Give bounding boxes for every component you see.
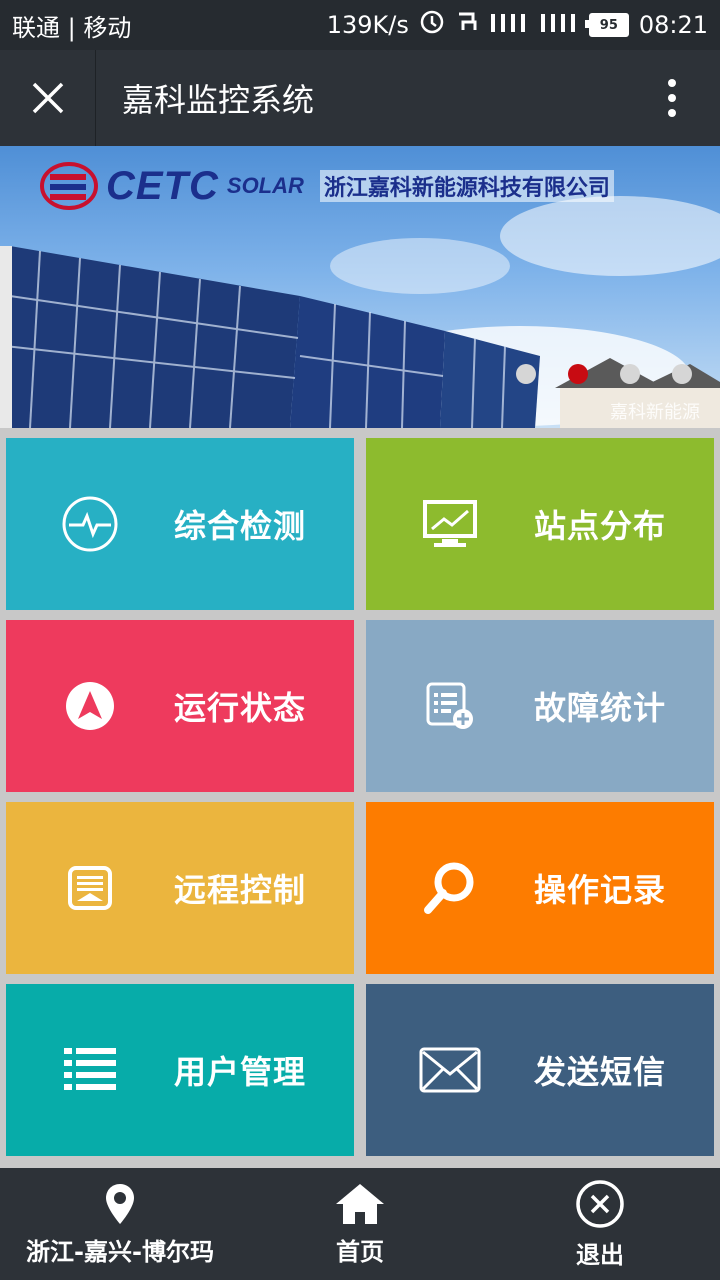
clock-time: 08:21 xyxy=(638,11,708,39)
tile-site-distribution[interactable]: 站点分布 xyxy=(366,438,714,610)
banner-carousel[interactable]: CETC SOLAR 浙江嘉科新能源科技有限公司 嘉科新能源 xyxy=(0,146,720,428)
pulse-monitor-icon xyxy=(62,496,118,552)
status-right: 139K/s 95 08:21 xyxy=(327,9,708,41)
mail-icon xyxy=(419,1047,481,1093)
title-bar: 嘉科监控系统 xyxy=(0,50,720,146)
search-icon xyxy=(424,862,474,914)
monitor-chart-icon xyxy=(423,500,477,547)
tile-user-management[interactable]: 用户管理 xyxy=(6,984,354,1156)
tile-send-sms[interactable]: 发送短信 xyxy=(366,984,714,1156)
network-speed: 139K/s xyxy=(326,11,409,39)
cetc-logo-text: CETC xyxy=(106,163,219,208)
tile-label: 发送短信 xyxy=(534,1053,667,1091)
cetc-logo-icon xyxy=(40,162,98,210)
tile-comprehensive-detection[interactable]: 综合检测 xyxy=(6,438,354,610)
tile-label: 运行状态 xyxy=(174,689,307,727)
carousel-dot-2[interactable] xyxy=(568,364,588,384)
tile-label: 用户管理 xyxy=(174,1053,307,1091)
company-name: 浙江嘉科新能源科技有限公司 xyxy=(319,170,614,202)
page-title: 嘉科监控系统 xyxy=(122,81,315,119)
location-pin-icon xyxy=(106,1183,134,1224)
home-button[interactable]: 首页 xyxy=(240,1168,480,1280)
solar-logo-text: SOLAR xyxy=(226,173,304,198)
alarm-clock-icon xyxy=(419,9,445,41)
bottom-nav-bar: 浙江-嘉兴-博尔玛 首页 退出 xyxy=(0,1168,720,1280)
remote-panel-icon xyxy=(68,866,112,910)
close-button[interactable] xyxy=(0,50,96,146)
exit-label: 退出 xyxy=(576,1240,624,1269)
navigation-arrow-icon xyxy=(66,682,114,730)
location-label: 浙江-嘉兴-博尔玛 xyxy=(26,1237,214,1266)
carousel-indicators xyxy=(516,364,692,384)
list-icon xyxy=(64,1048,116,1090)
close-icon xyxy=(32,82,63,114)
tile-label: 故障统计 xyxy=(534,689,667,727)
more-menu-button[interactable] xyxy=(624,50,720,146)
status-bar: 联通 | 移动 139K/s 95 08:21 xyxy=(0,0,720,50)
tile-operation-log[interactable]: 操作记录 xyxy=(366,802,714,974)
more-vertical-icon xyxy=(668,79,676,117)
location-button[interactable]: 浙江-嘉兴-博尔玛 xyxy=(0,1168,240,1280)
carousel-dot-3[interactable] xyxy=(620,364,640,384)
home-icon xyxy=(336,1183,384,1224)
close-circle-icon xyxy=(576,1179,624,1228)
battery-icon: 95 xyxy=(584,13,629,37)
carrier-text: 联通 | 移动 xyxy=(12,13,132,42)
signal-icon-1 xyxy=(489,10,529,40)
tile-running-status[interactable]: 运行状态 xyxy=(6,620,354,792)
tile-label: 操作记录 xyxy=(534,871,667,909)
tile-label: 远程控制 xyxy=(174,871,307,909)
list-add-icon xyxy=(426,682,473,729)
tile-label: 综合检测 xyxy=(174,507,307,545)
nfc-icon xyxy=(455,10,479,40)
tile-remote-control[interactable]: 远程控制 xyxy=(6,802,354,974)
signal-icon-2 xyxy=(539,10,579,40)
watermark-text: 嘉科新能源 xyxy=(610,402,700,423)
brand-header: CETC SOLAR 浙江嘉科新能源科技有限公司 xyxy=(40,156,614,216)
carousel-dot-1[interactable] xyxy=(516,364,536,384)
carousel-dot-4[interactable] xyxy=(672,364,692,384)
tile-fault-statistics[interactable]: 故障统计 xyxy=(366,620,714,792)
home-label: 首页 xyxy=(336,1237,384,1266)
exit-button[interactable]: 退出 xyxy=(480,1168,720,1280)
menu-grid: 综合检测 站点分布 运行状态 故障统计 远程控制 操作记录 用户管理 发送短信 xyxy=(6,438,714,1156)
tile-label: 站点分布 xyxy=(534,507,667,545)
